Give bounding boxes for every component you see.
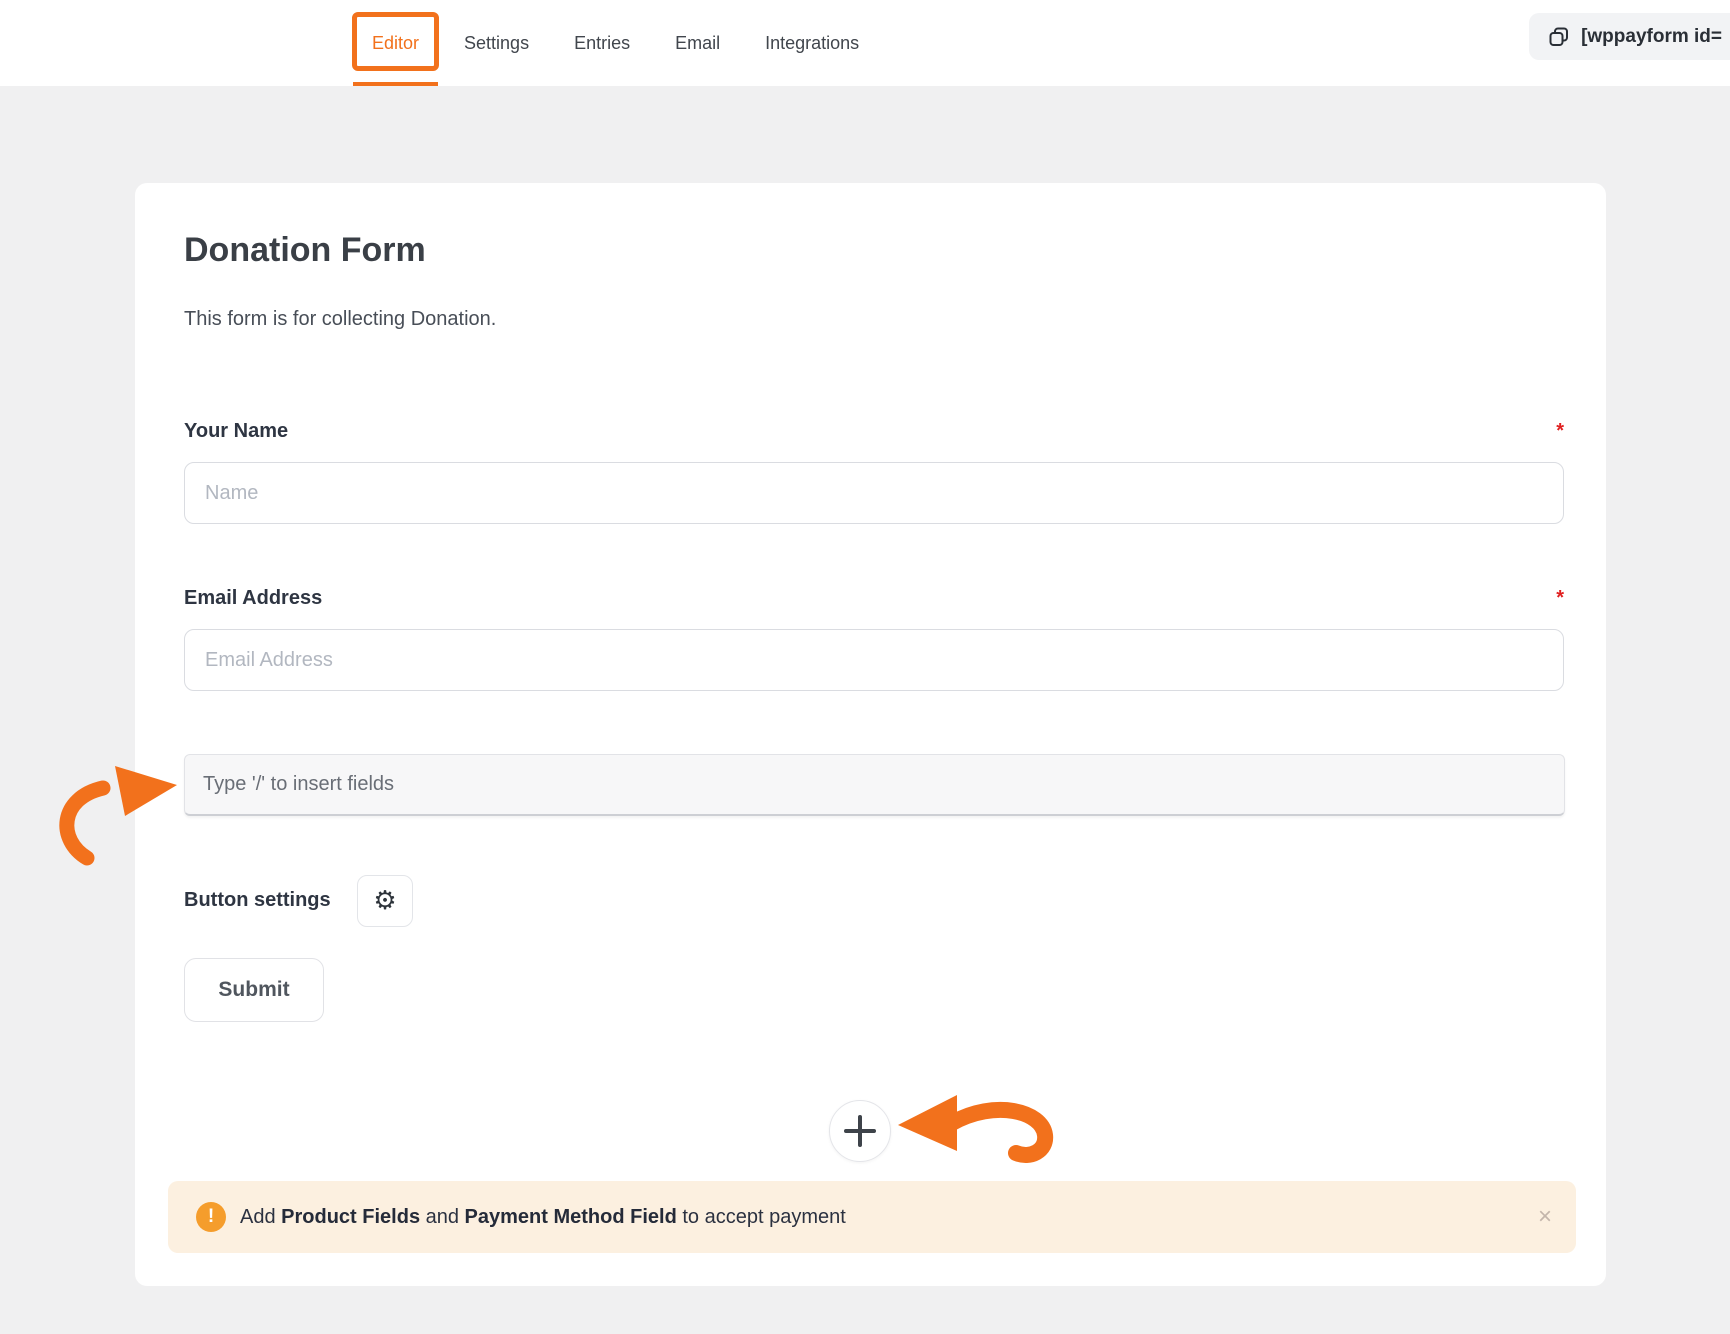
required-asterisk: * xyxy=(1556,587,1564,610)
form-preview-card: Donation Form This form is for collectin… xyxy=(135,183,1606,1286)
submit-button[interactable]: Submit xyxy=(184,958,324,1022)
form-description[interactable]: This form is for collecting Donation. xyxy=(184,308,496,331)
banner-bold-payment-method: Payment Method Field xyxy=(465,1206,677,1228)
nav-tabs: Editor Settings Entries Email Integratio… xyxy=(372,0,859,86)
active-tab-underline xyxy=(353,82,438,86)
name-field-label: Your Name xyxy=(184,420,288,443)
top-navigation-bar: Editor Settings Entries Email Integratio… xyxy=(0,0,1730,86)
banner-bold-product-fields: Product Fields xyxy=(281,1206,420,1228)
form-title[interactable]: Donation Form xyxy=(184,231,426,270)
tab-entries[interactable]: Entries xyxy=(574,0,630,86)
button-settings-label: Button settings xyxy=(184,889,331,912)
tab-email[interactable]: Email xyxy=(675,0,720,86)
submit-button-label: Submit xyxy=(218,978,289,1002)
gear-icon: ⚙ xyxy=(373,888,396,914)
payment-warning-banner: ! Add Product Fields and Payment Method … xyxy=(168,1181,1576,1253)
insert-fields-hint: Type '/' to insert fields xyxy=(203,773,394,796)
tab-integrations-label: Integrations xyxy=(765,33,859,54)
tab-integrations[interactable]: Integrations xyxy=(765,0,859,86)
plus-icon xyxy=(844,1115,876,1147)
name-input[interactable] xyxy=(184,462,1564,524)
add-field-button[interactable] xyxy=(829,1100,891,1162)
email-input[interactable] xyxy=(184,629,1564,691)
banner-text: Add Product Fields and Payment Method Fi… xyxy=(240,1206,846,1229)
copy-shortcode-button[interactable]: [wppayform id= xyxy=(1529,13,1730,60)
copy-icon xyxy=(1547,25,1571,49)
name-field-label-row: Your Name * xyxy=(184,420,1564,443)
button-settings-button[interactable]: ⚙ xyxy=(357,875,413,927)
tab-email-label: Email xyxy=(675,33,720,54)
tab-editor-label: Editor xyxy=(372,33,419,54)
tab-settings-label: Settings xyxy=(464,33,529,54)
email-field-label-row: Email Address * xyxy=(184,587,1564,610)
required-asterisk: * xyxy=(1556,420,1564,443)
insert-fields-editor[interactable]: Type '/' to insert fields xyxy=(184,754,1565,816)
shortcode-label: [wppayform id= xyxy=(1581,26,1722,48)
email-field-label: Email Address xyxy=(184,587,322,610)
tab-settings[interactable]: Settings xyxy=(464,0,529,86)
tab-entries-label: Entries xyxy=(574,33,630,54)
banner-close-button[interactable]: × xyxy=(1538,1205,1552,1229)
alert-icon: ! xyxy=(196,1202,226,1232)
tab-editor[interactable]: Editor xyxy=(372,0,419,86)
form-editor-page: Editor Settings Entries Email Integratio… xyxy=(0,0,1730,1334)
